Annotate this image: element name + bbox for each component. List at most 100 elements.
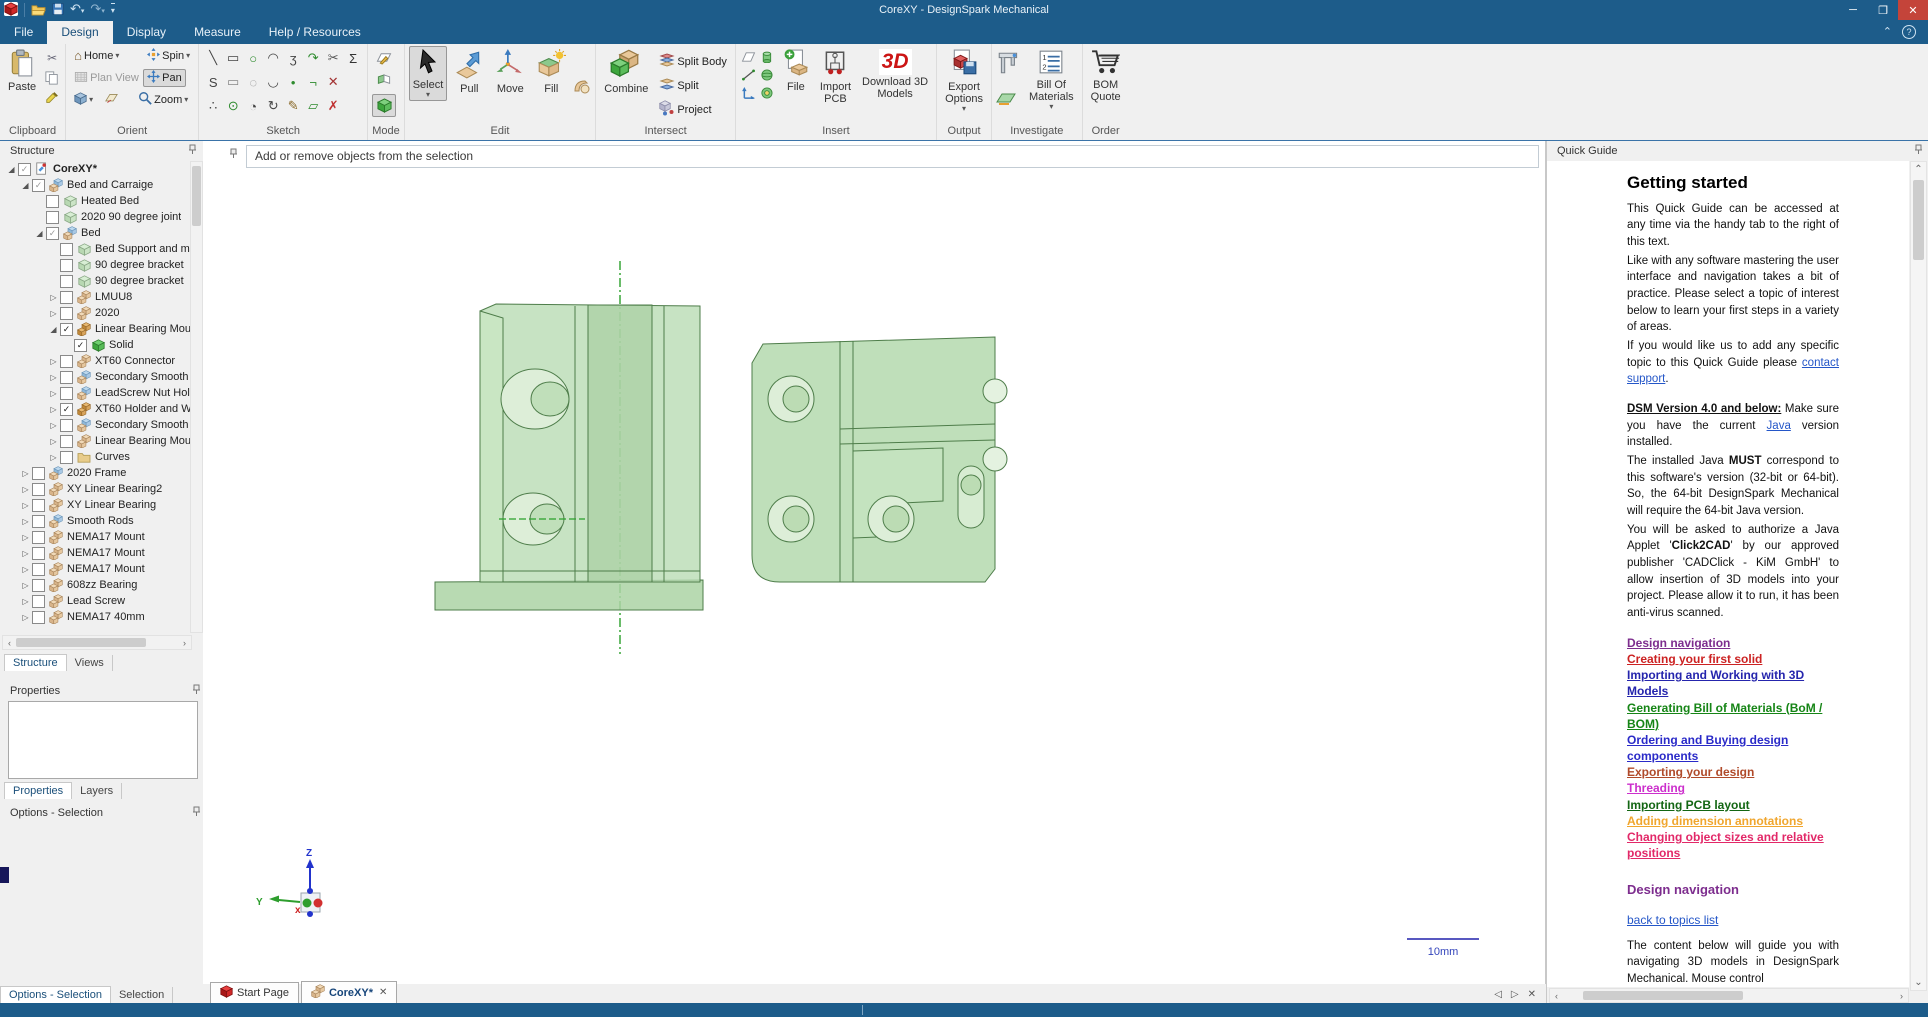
tree-visibility-checkbox[interactable] [60, 259, 73, 272]
bom-quote-button[interactable]: BOM Quote [1087, 46, 1125, 106]
sketch-edit-plane-icon[interactable]: ✎ [283, 94, 303, 118]
tree-visibility-checkbox[interactable] [32, 563, 45, 576]
sketch-line-icon[interactable]: ╲ [203, 46, 223, 70]
left-bracket-body[interactable] [435, 304, 703, 610]
sketch-construction-line-icon[interactable]: ∴ [203, 94, 223, 118]
tree-item[interactable]: ◢✓Bed and Carraige [2, 177, 191, 193]
move-tool-button[interactable]: Move [491, 46, 529, 98]
solid-mode-button[interactable] [372, 94, 396, 117]
tree-visibility-checkbox[interactable] [46, 195, 59, 208]
tree-expand-arrow-icon[interactable]: ▷ [20, 597, 31, 606]
tree-item[interactable]: ▷Secondary Smooth F [2, 417, 191, 433]
insert-shell-button[interactable] [759, 86, 774, 104]
tree-collapse-arrow-icon[interactable]: ◢ [6, 165, 17, 174]
sketch-rectangle-icon[interactable]: ▭ [223, 46, 243, 70]
format-painter-button[interactable] [43, 89, 61, 107]
spin-button[interactable]: Spin▾ [143, 47, 194, 65]
tree-expand-arrow-icon[interactable]: ▷ [48, 357, 59, 366]
tree-item[interactable]: ▷Linear Bearing Mour [2, 433, 191, 449]
sketch-dashed-rectangle-icon[interactable]: ▭ [223, 70, 243, 94]
sketch-delete-icon[interactable]: ✗ [323, 94, 343, 118]
tree-visibility-checkbox[interactable] [32, 547, 45, 560]
right-bracket-body[interactable] [752, 337, 1007, 582]
combine-button[interactable]: Combine [600, 46, 652, 98]
split-body-button[interactable]: Split Body [655, 51, 731, 72]
quick-guide-horizontal-scrollbar[interactable]: ‹› [1549, 988, 1909, 1003]
tree-item[interactable]: ▷NEMA17 40mm [2, 609, 191, 625]
minimize-button[interactable]: ─ [1838, 0, 1868, 20]
tree-item[interactable]: ▷LMUU8 [2, 289, 191, 305]
tree-visibility-checkbox[interactable]: ✓ [18, 163, 31, 176]
topic-link-design-navigation[interactable]: Design navigation [1627, 635, 1839, 651]
split-button[interactable]: Split [655, 75, 731, 96]
tree-visibility-checkbox[interactable] [60, 387, 73, 400]
document-tab-corexy-[interactable]: CoreXY*✕ [301, 981, 397, 1003]
tree-item[interactable]: Bed Support and mo [2, 241, 191, 257]
project-button[interactable]: Project [655, 99, 731, 120]
docked-panel-handle[interactable] [0, 867, 9, 883]
tree-expand-arrow-icon[interactable]: ▷ [48, 437, 59, 446]
sketch-circle-icon[interactable]: ○ [243, 46, 263, 70]
pin-icon[interactable] [188, 144, 197, 158]
tree-expand-arrow-icon[interactable]: ▷ [48, 389, 59, 398]
redo-icon[interactable]: ↷▾ [90, 2, 104, 18]
insert-file-button[interactable]: File [779, 46, 813, 96]
copy-button[interactable] [43, 69, 61, 87]
tree-visibility-checkbox[interactable]: ✓ [74, 339, 87, 352]
plan-view-button[interactable]: Plan View [70, 69, 140, 87]
pin-icon[interactable] [192, 806, 201, 820]
tree-expand-arrow-icon[interactable]: ▷ [48, 405, 59, 414]
sketch-ellipse-icon[interactable]: ⊙ [223, 94, 243, 118]
tree-visibility-checkbox[interactable] [32, 467, 45, 480]
menu-tab-measure[interactable]: Measure [180, 21, 255, 44]
sketch-equation-icon[interactable]: Σ [343, 46, 363, 70]
sketch-mode-button[interactable] [372, 46, 396, 69]
sketch-construction-circle-icon[interactable]: ◌ [243, 70, 263, 94]
help-icon[interactable]: ? [1902, 25, 1916, 39]
menu-tab-file[interactable]: File [0, 21, 47, 44]
pull-tool-button[interactable]: Pull [450, 46, 488, 98]
maximize-button[interactable]: ❐ [1868, 0, 1898, 20]
tree-visibility-checkbox[interactable] [32, 499, 45, 512]
tree-visibility-checkbox[interactable] [60, 451, 73, 464]
tree-visibility-checkbox[interactable] [60, 243, 73, 256]
cut-button[interactable]: ✂ [43, 49, 61, 67]
tree-visibility-checkbox[interactable] [60, 291, 73, 304]
scroll-up-icon[interactable]: ⌃ [1911, 164, 1926, 175]
pin-icon[interactable] [1914, 144, 1923, 158]
tree-item[interactable]: ▷LeadScrew Nut Hold [2, 385, 191, 401]
tree-visibility-checkbox[interactable] [60, 435, 73, 448]
document-tab-start-page[interactable]: Start Page [210, 982, 299, 1003]
tree-item[interactable]: ✓Solid [2, 337, 191, 353]
quick-guide-vertical-scrollbar[interactable]: ⌃ ⌄ [1910, 161, 1927, 991]
topic-link-changing-object-sizes-and-relative-posit[interactable]: Changing object sizes and relative posit… [1627, 829, 1839, 861]
tree-collapse-arrow-icon[interactable]: ◢ [34, 229, 45, 238]
insert-line-button[interactable] [741, 68, 756, 86]
tree-expand-arrow-icon[interactable]: ▷ [20, 581, 31, 590]
sketch-tangent-arc-icon[interactable]: ◠ [263, 46, 283, 70]
tree-horizontal-scrollbar[interactable]: ‹› [2, 635, 192, 650]
tree-item[interactable]: ▷NEMA17 Mount [2, 561, 191, 577]
tree-visibility-checkbox[interactable] [32, 579, 45, 592]
mass-properties-button[interactable] [996, 90, 1022, 111]
tree-expand-arrow-icon[interactable]: ▷ [20, 501, 31, 510]
pin-icon[interactable] [192, 684, 201, 698]
tree-expand-arrow-icon[interactable]: ▷ [48, 373, 59, 382]
download-3d-models-button[interactable]: 3D Download 3D Models [858, 46, 932, 103]
tree-visibility-checkbox[interactable] [32, 611, 45, 624]
tree-visibility-checkbox[interactable] [32, 531, 45, 544]
tree-visibility-checkbox[interactable] [46, 211, 59, 224]
import-pcb-button[interactable]: Import PCB [816, 46, 855, 108]
tree-item[interactable]: ▷2020 Frame [2, 465, 191, 481]
model-viewport[interactable]: Z Y x [203, 141, 1545, 984]
tree-expand-arrow-icon[interactable]: ▷ [48, 453, 59, 462]
tree-item[interactable]: ▷Curves [2, 449, 191, 465]
tree-expand-arrow-icon[interactable]: ▷ [48, 293, 59, 302]
topic-link-adding-dimension-annotations[interactable]: Adding dimension annotations [1627, 813, 1839, 829]
topic-link-ordering-and-buying-design-components[interactable]: Ordering and Buying design components [1627, 732, 1839, 764]
tree-expand-arrow-icon[interactable]: ▷ [48, 421, 59, 430]
tree-item[interactable]: ▷Lead Screw [2, 593, 191, 609]
tree-item[interactable]: 90 degree bracket [2, 257, 191, 273]
tree-visibility-checkbox[interactable] [60, 371, 73, 384]
insert-cylinder-button[interactable] [759, 50, 774, 68]
